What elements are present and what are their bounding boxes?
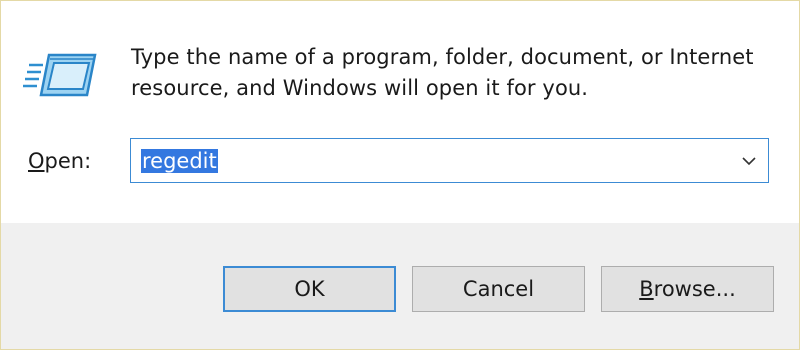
run-icon	[23, 47, 101, 103]
browse-button-label: rowse...	[653, 277, 736, 301]
browse-button[interactable]: Browse...	[601, 266, 774, 312]
ok-button-label: OK	[294, 277, 325, 301]
open-input[interactable]: regedit	[141, 148, 218, 174]
open-label-text: pen:	[44, 149, 92, 173]
open-input-value[interactable]: regedit	[141, 149, 218, 173]
dialog-content: Type the name of a program, folder, docu…	[1, 1, 799, 223]
ok-button[interactable]: OK	[223, 266, 396, 312]
open-label-accesskey: O	[28, 149, 45, 173]
open-label: Open:	[28, 149, 91, 173]
open-combobox[interactable]: regedit	[130, 138, 769, 183]
dialog-description: Type the name of a program, folder, docu…	[131, 45, 754, 100]
cancel-button-label: Cancel	[462, 277, 535, 301]
chevron-down-icon[interactable]	[740, 152, 758, 170]
run-dialog: Type the name of a program, folder, docu…	[0, 0, 800, 350]
browse-button-accesskey: B	[639, 277, 654, 301]
cancel-button[interactable]: Cancel	[412, 266, 585, 312]
